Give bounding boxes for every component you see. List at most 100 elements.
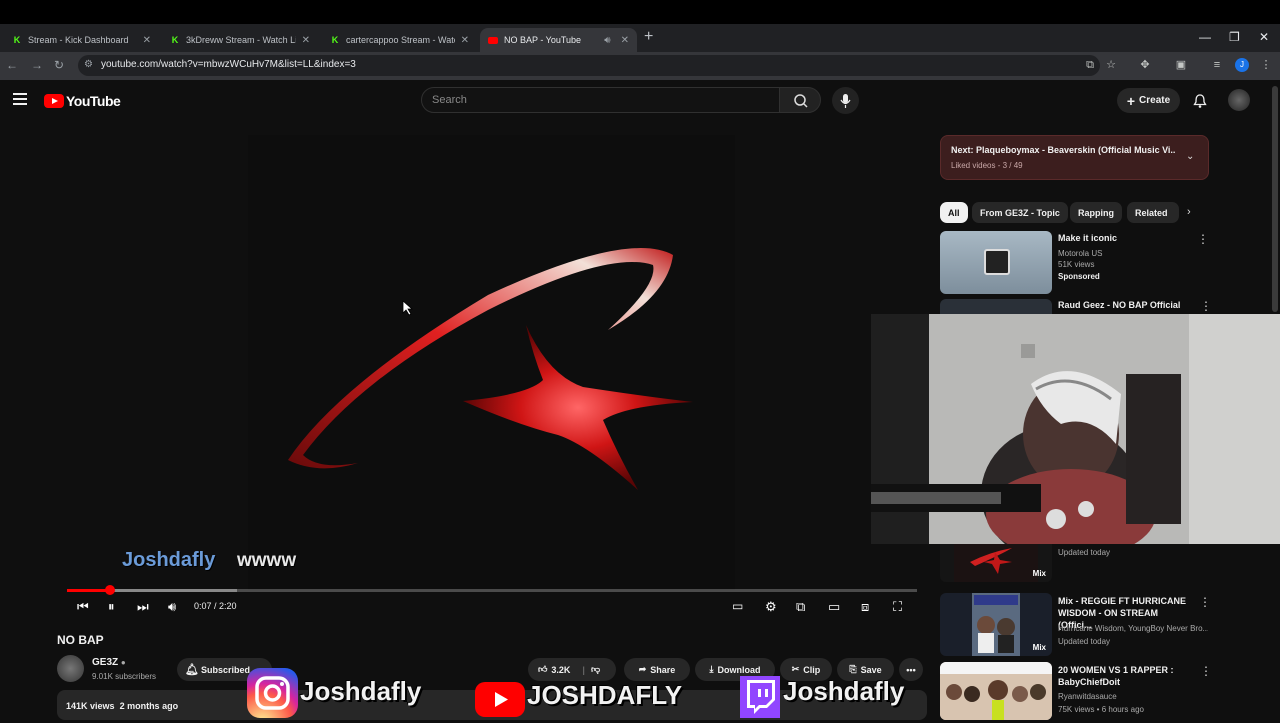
bookmark-star-icon[interactable]: ☆ [1104,58,1118,72]
mix-thumbnail[interactable]: Mix [940,544,1052,582]
url-text[interactable]: youtube.com/watch?v=mbwzWCuHv7M&list=LL&… [101,59,356,70]
chip-rapping[interactable]: Rapping [1070,202,1122,223]
cast-icon[interactable]: ⧈ [861,599,869,615]
verified-icon: ● [120,658,126,667]
youtube-icon [488,35,498,45]
previous-icon[interactable]: ⏮︎ [77,599,89,615]
channel-avatar[interactable] [57,655,84,682]
chip-all[interactable]: All [940,202,968,223]
media-controls-icon[interactable]: ≡ [1210,58,1224,72]
create-button[interactable]: + Create [1117,88,1180,113]
like-count: 3.2K [551,664,571,675]
close-icon[interactable]: ✕ [461,35,469,46]
divider: | [582,664,585,675]
install-app-icon[interactable]: ⧉ [1083,58,1097,72]
bookmark-icon: ⎘ [849,664,857,674]
close-icon[interactable]: ✕ [302,35,310,46]
tab-title: 3kDreww Stream - Watch Live o [186,35,296,45]
kick-icon: K [331,35,339,45]
recommendation-title[interactable]: 20 WOMEN VS 1 RAPPER : BabyChiefDoit [1058,664,1193,688]
theater-mode-icon[interactable]: ▭ [828,599,840,615]
scissors-icon: ✂ [791,664,800,674]
thumbs-up-icon: 👍︎ [538,664,548,674]
next-icon[interactable]: ⏭︎ [137,599,149,615]
share-label: Share [650,664,676,675]
notifications-bell-icon[interactable] [1192,93,1208,114]
speaker-icon[interactable]: 🔊︎ [604,35,610,46]
account-avatar[interactable] [1228,89,1250,111]
close-icon[interactable]: ✕ [621,35,629,46]
subtitles-icon[interactable]: ▭ [732,599,743,613]
star-logo-artwork [288,248,693,490]
clip-label: Clip [803,664,821,675]
chip-from-ge3z[interactable]: From GE3Z - Topic [972,202,1068,223]
side-panel-icon[interactable]: ▣ [1174,58,1188,72]
tab-kick-dashboard[interactable]: K Stream - Kick Dashboard ✕ [4,28,159,52]
mix-badge: Mix [1032,643,1046,652]
profile-avatar[interactable]: J [1235,58,1249,72]
menu-kebab-icon[interactable]: ⋮ [1259,58,1273,72]
playlist-next-title[interactable]: Next: Plaqueboymax - Beaverskin (Officia… [951,145,1176,155]
ad-thumbnail[interactable] [940,231,1052,294]
miniplayer-icon[interactable]: ⧉ [796,599,805,615]
scrubber-handle[interactable] [105,585,115,595]
tab-no-bap-youtube[interactable]: NO BAP - YouTube 🔊︎ ✕ [480,28,637,52]
volume-icon[interactable]: 🔊︎ [168,599,176,615]
more-vertical-icon[interactable]: ⋮ [1199,595,1211,609]
recommendation-thumbnail[interactable] [940,662,1052,720]
more-horizontal-icon: ••• [906,664,916,675]
kick-icon: K [171,35,179,45]
fullscreen-icon[interactable]: ⛶ [893,599,902,615]
close-icon[interactable]: ✕ [143,35,151,46]
hamburger-menu-icon[interactable] [13,93,27,108]
search-input[interactable]: Search [421,87,780,113]
more-vertical-icon[interactable]: ⋮ [1200,299,1212,313]
played-bar [67,589,110,592]
youtube-icon [475,682,525,717]
voice-search-button[interactable] [832,87,859,114]
tab-bar: K Stream - Kick Dashboard ✕ K 3kDreww St… [0,24,1280,52]
screen-top-strip [0,0,1280,24]
bell-icon: 🔔︎ [185,664,199,676]
chevron-down-icon[interactable]: ⌄ [1186,151,1194,162]
settings-gear-icon[interactable]: ⚙︎ [765,599,777,615]
progress-bar[interactable] [67,589,917,592]
sponsored-badge: Sponsored [1058,272,1100,281]
page-scrollbar[interactable] [1272,86,1278,312]
mix-thumbnail[interactable]: Mix [940,593,1052,656]
close-window-icon[interactable]: ✕ [1259,30,1269,44]
webcam-overlay [871,314,1280,544]
chat-overlay-message: wwww [237,550,297,571]
playlist-panel[interactable] [940,135,1209,180]
channel-name[interactable]: GE3Z ● [92,657,126,668]
chip-related[interactable]: Related [1127,202,1179,223]
phone-image [984,249,1010,275]
recommendation-title[interactable]: Make it iconic [1058,232,1117,244]
recommendation-thumbnail[interactable] [940,299,1052,314]
thumbs-down-icon[interactable]: 👎︎ [591,664,600,675]
new-tab-button[interactable]: + [644,28,653,46]
more-vertical-icon[interactable]: ⋮ [1200,664,1212,678]
recommendation-title[interactable]: Raud Geez - NO BAP Official [1058,299,1180,311]
tab-cartercappoo[interactable]: K cartercappoo Stream - Watch L ✕ [322,28,477,52]
youtube-handle: JOSHDAFLY [527,680,683,710]
youtube-logo[interactable]: YouTube [44,93,121,109]
like-button[interactable]: 👍︎ 3.2K | 👎︎ [528,658,616,681]
forward-icon[interactable]: → [31,58,43,72]
more-vertical-icon[interactable]: ⋮ [1197,232,1209,246]
extensions-icon[interactable]: ✥ [1138,58,1152,72]
pause-icon[interactable]: ⏸︎ [108,599,115,615]
playlist-position: Liked videos - 3 / 49 [951,161,1023,170]
minimize-icon[interactable]: — [1199,30,1211,44]
create-label: Create [1139,95,1171,106]
recommendation-updated: Updated today [1058,548,1111,557]
back-icon[interactable]: ← [6,58,18,72]
tab-3kdreww[interactable]: K 3kDreww Stream - Watch Live o ✕ [162,28,318,52]
share-button[interactable]: ➦ Share [624,658,690,681]
youtube-wordmark: YouTube [66,93,121,109]
reload-icon[interactable]: ↻ [54,58,64,72]
search-button[interactable] [779,87,821,113]
restore-icon[interactable]: ❐ [1229,30,1240,44]
site-info-icon[interactable]: ⚙︎ [84,59,93,70]
chevron-right-icon[interactable]: › [1187,206,1191,218]
